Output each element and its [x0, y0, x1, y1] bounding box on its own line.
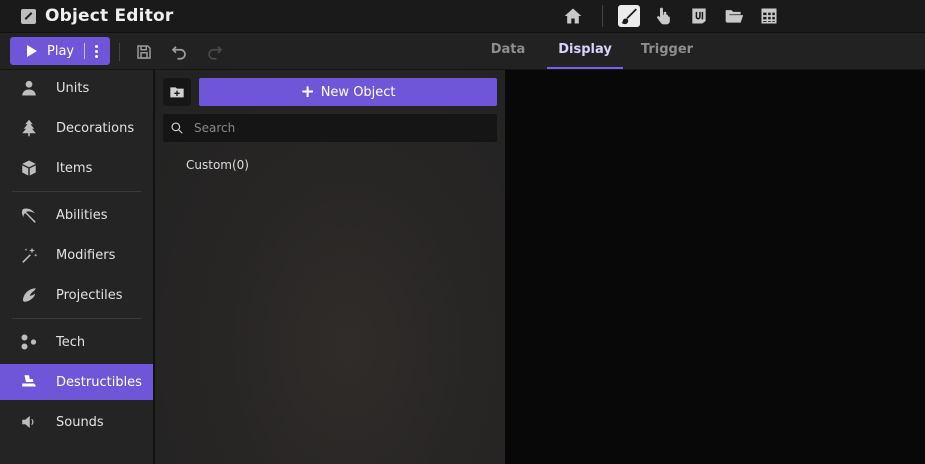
play-button[interactable]: Play: [10, 37, 110, 65]
sidebar-item-decorations[interactable]: Decorations: [0, 110, 153, 146]
speaker-icon: [20, 413, 38, 431]
sidebar-item-label: Decorations: [56, 120, 135, 136]
sidebar-item-sounds[interactable]: Sounds: [0, 404, 153, 440]
tab-trigger-editor[interactable]: Trigger Editor: [624, 33, 710, 91]
person-icon: [20, 79, 38, 97]
more-options-icon[interactable]: [95, 44, 99, 58]
folder-custom[interactable]: Custom(0): [186, 158, 249, 172]
tech-nodes-icon: [20, 333, 38, 351]
home-icon[interactable]: [562, 5, 584, 27]
sidebar-item-label: Projectiles: [56, 287, 123, 303]
top-nav-icons: [562, 5, 793, 27]
plus-icon: +: [300, 81, 315, 102]
play-icon: [27, 45, 37, 57]
sidebar-item-projectiles[interactable]: Projectiles: [0, 277, 153, 313]
ui-editor-icon[interactable]: [688, 5, 710, 27]
tab-data[interactable]: Data: [480, 33, 536, 69]
sidebar-item-items[interactable]: Items: [0, 150, 153, 186]
sidebar-item-units[interactable]: Units: [0, 70, 153, 106]
toolbar-divider: [119, 43, 120, 61]
category-sidebar: Units Decorations Items Abilities Modifi…: [0, 70, 155, 464]
object-list-panel: + New Object Custom(0): [155, 70, 505, 464]
pointer-hand-icon[interactable]: [653, 5, 675, 27]
new-folder-button[interactable]: [163, 78, 191, 106]
sidebar-item-label: Abilities: [56, 207, 108, 223]
search-input[interactable]: [192, 120, 486, 136]
sidebar-item-destructibles[interactable]: Destructibles: [0, 364, 153, 400]
sidebar-item-label: Sounds: [56, 414, 104, 430]
app-title: Object Editor: [45, 6, 174, 26]
sidebar-item-label: Destructibles: [56, 374, 142, 390]
redo-icon[interactable]: [206, 43, 224, 61]
title-bar: Object Editor: [0, 0, 925, 33]
undo-icon[interactable]: [170, 43, 188, 61]
destructible-icon: [20, 373, 38, 391]
preview-viewport[interactable]: [505, 70, 925, 464]
new-object-label: New Object: [320, 84, 396, 100]
play-button-divider: [84, 43, 86, 59]
cube-icon: [20, 159, 38, 177]
add-folder-icon: [170, 87, 184, 98]
tree-icon: [20, 119, 38, 137]
projectile-icon: [20, 286, 38, 304]
pickaxe-icon: [20, 206, 38, 224]
sidebar-item-label: Items: [56, 160, 93, 176]
top-nav-divider: [602, 5, 603, 27]
sparkle-wand-icon: [20, 246, 38, 264]
save-icon[interactable]: [135, 43, 153, 61]
toolbar: Play Data Display Trigger Editor: [0, 33, 925, 91]
sidebar-item-modifiers[interactable]: Modifiers: [0, 237, 153, 273]
sidebar-divider: [12, 318, 141, 319]
new-object-button[interactable]: + New Object: [199, 78, 497, 106]
play-button-label: Play: [47, 43, 75, 59]
search-icon: [171, 122, 183, 134]
object-editor-icon: [21, 8, 36, 24]
tab-display[interactable]: Display: [547, 33, 623, 69]
sidebar-item-tech[interactable]: Tech: [0, 324, 153, 360]
app-title-group: Object Editor: [21, 6, 174, 26]
sidebar-item-label: Modifiers: [56, 247, 116, 263]
editor-brush-icon[interactable]: [618, 5, 640, 27]
sidebar-divider: [12, 191, 141, 192]
folder-open-icon[interactable]: [723, 5, 745, 27]
sidebar-item-label: Units: [56, 80, 90, 96]
sidebar-item-abilities[interactable]: Abilities: [0, 197, 153, 233]
search-box: [163, 114, 497, 142]
sidebar-item-label: Tech: [56, 334, 86, 350]
table-icon[interactable]: [758, 5, 780, 27]
